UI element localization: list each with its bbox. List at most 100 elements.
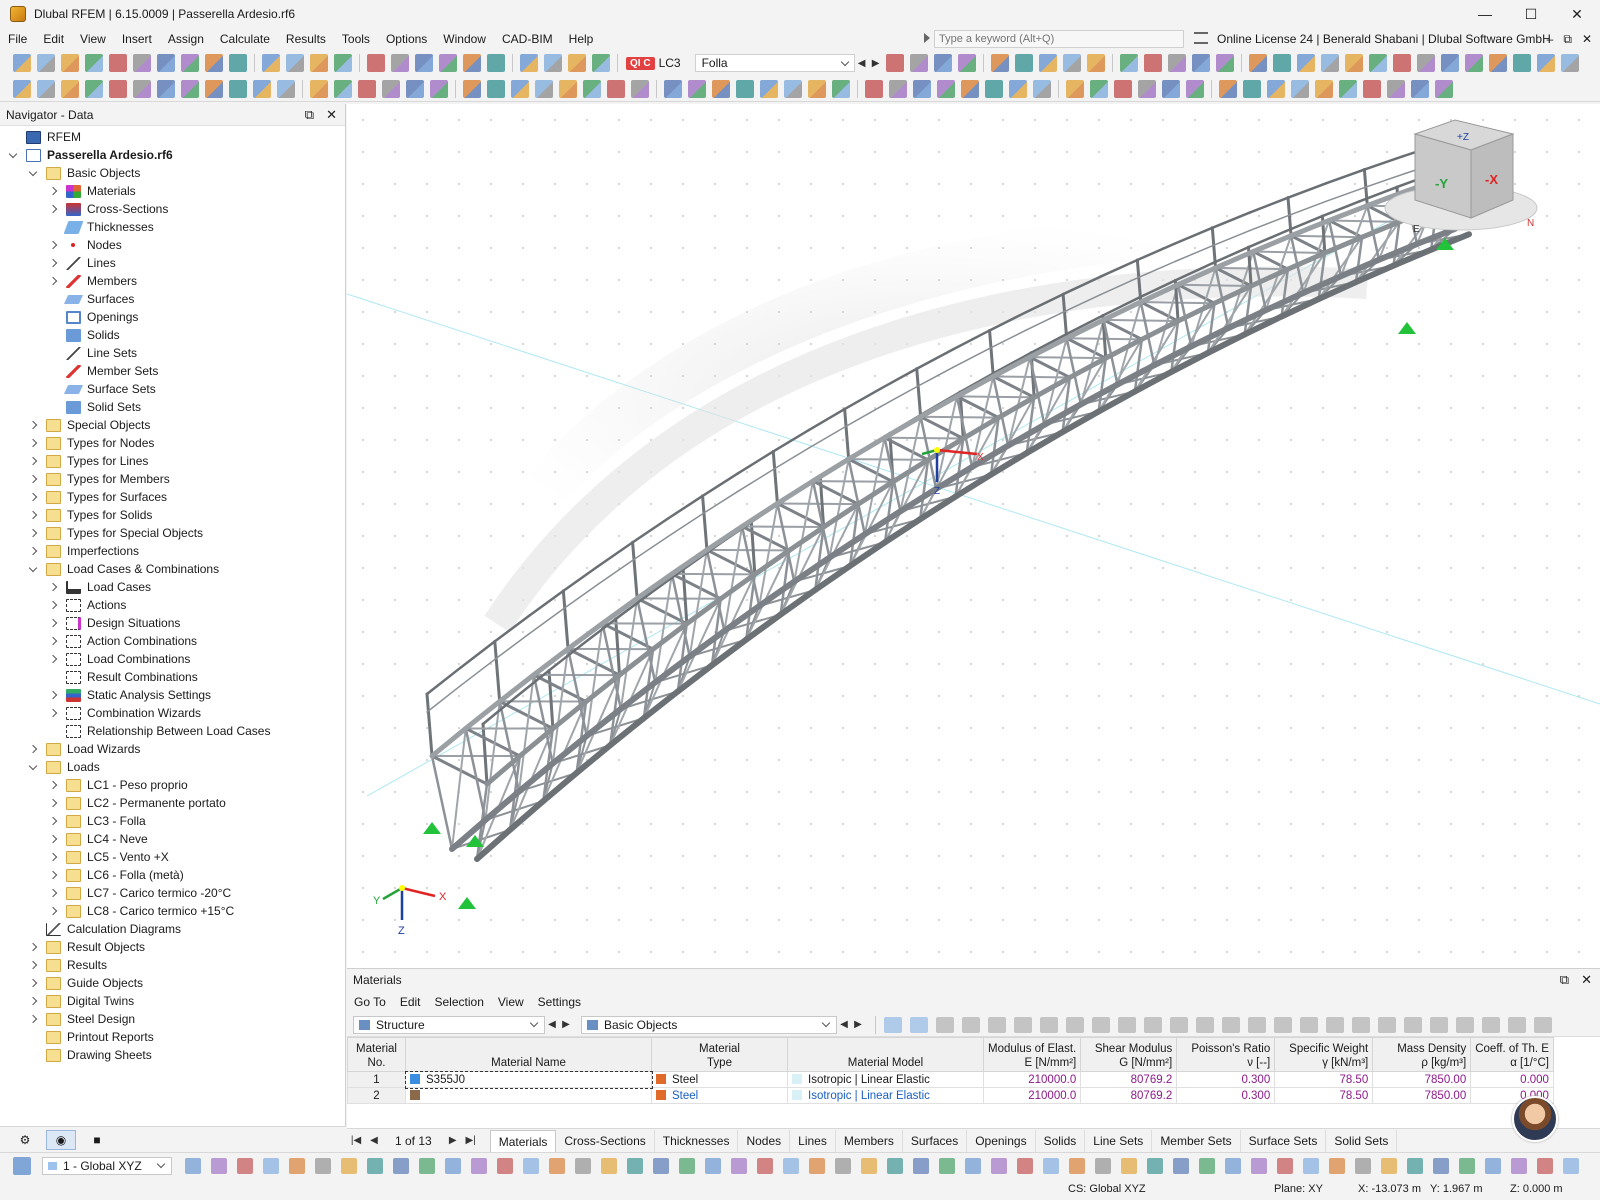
deck-bracing[interactable] <box>955 395 1036 399</box>
toolbar-tool-icon[interactable] <box>1344 54 1363 72</box>
doc-minimize-button[interactable]: – <box>1547 28 1554 50</box>
toolbar-tool-icon[interactable] <box>1199 1157 1215 1174</box>
material-model-cell[interactable]: Isotropic | Linear Elastic <box>787 1071 984 1088</box>
top-chord[interactable] <box>634 571 675 601</box>
top-chord[interactable] <box>531 646 571 678</box>
support-icon[interactable] <box>1398 322 1416 334</box>
handrail-mid[interactable] <box>952 347 991 369</box>
tree-item[interactable]: Types for Surfaces <box>0 488 345 506</box>
table-float-button[interactable]: ⧉ <box>1560 972 1569 988</box>
railing-post[interactable] <box>425 692 434 758</box>
toolbar-tool-icon[interactable] <box>1315 79 1333 98</box>
table-tool-icon[interactable] <box>1300 1016 1318 1033</box>
handrail[interactable] <box>614 592 651 621</box>
tree-item[interactable]: Special Objects <box>0 416 345 434</box>
expand-chevron-icon[interactable] <box>48 888 58 898</box>
collapse-chevron-icon[interactable] <box>28 564 38 574</box>
railing-post[interactable] <box>701 494 709 552</box>
truss-vertical[interactable] <box>635 597 657 684</box>
table-tool-icon[interactable] <box>1430 1016 1448 1033</box>
table-tool-icon[interactable] <box>1196 1016 1214 1033</box>
cross-beam[interactable] <box>919 415 965 440</box>
expand-chevron-icon[interactable] <box>28 942 38 952</box>
handrail-mid[interactable] <box>1325 186 1366 203</box>
menu-options[interactable]: Options <box>378 28 435 50</box>
tree-item[interactable]: Digital Twins <box>0 992 345 1010</box>
expand-chevron-icon[interactable] <box>48 240 58 250</box>
handrail-mid[interactable] <box>808 426 846 449</box>
toolbar-tool-icon[interactable] <box>1355 1157 1371 1174</box>
snap-settings-icon[interactable] <box>13 1156 31 1175</box>
toolbar-tool-icon[interactable] <box>1219 79 1237 98</box>
toolbar-tool-icon[interactable] <box>1090 79 1108 98</box>
toolbar-tool-icon[interactable] <box>262 54 280 72</box>
column-header[interactable]: Modulus of Elast. E [N/mm²] <box>982 1037 1082 1072</box>
toolbar-tool-icon[interactable] <box>1017 1157 1033 1174</box>
toolbar-tool-icon[interactable] <box>1392 54 1411 72</box>
railing-post[interactable] <box>681 567 689 626</box>
tree-item[interactable]: LC8 - Carico termico +15°C <box>0 902 345 920</box>
material-nu-value[interactable]: 0.300 <box>1176 1087 1276 1104</box>
handrail-mid[interactable] <box>879 386 918 408</box>
table-tool-icon[interactable] <box>1326 1016 1344 1033</box>
cross-beam[interactable] <box>1102 318 1144 341</box>
material-rho-value[interactable]: 7850.00 <box>1372 1087 1472 1104</box>
material-model-cell[interactable]: Isotropic | Linear Elastic <box>787 1087 984 1104</box>
toolbar-tool-icon[interactable] <box>1162 79 1180 98</box>
next-load-case-icon[interactable]: ▶ <box>869 54 883 72</box>
handrail[interactable] <box>915 348 955 370</box>
tab-cross-sections[interactable]: Cross-Sections <box>556 1129 655 1152</box>
handrail[interactable] <box>1248 196 1290 214</box>
toolbar-tool-icon[interactable] <box>471 1157 487 1174</box>
material-alpha-value[interactable]: 0.000 <box>1470 1071 1554 1088</box>
tree-item[interactable]: Openings <box>0 308 345 326</box>
column-header[interactable]: Shear Modulus G [N/mm²] <box>1080 1037 1178 1072</box>
toolbar-tool-icon[interactable] <box>1009 79 1027 98</box>
toolbar-tool-icon[interactable] <box>1411 79 1429 98</box>
handrail-mid[interactable] <box>737 468 774 493</box>
material-name-cell[interactable]: S355J0 <box>404 1070 653 1089</box>
table-tool-icon[interactable] <box>1456 1016 1474 1033</box>
top-chord[interactable] <box>954 374 996 399</box>
tree-item[interactable]: Nodes <box>0 236 345 254</box>
tree-item[interactable]: LC3 - Folla <box>0 812 345 830</box>
expand-chevron-icon[interactable] <box>28 744 38 754</box>
expand-chevron-icon[interactable] <box>28 438 38 448</box>
license-menu-icon[interactable] <box>1194 32 1208 44</box>
collapse-chevron-icon[interactable] <box>28 168 38 178</box>
toolbar-tool-icon[interactable] <box>341 1157 357 1174</box>
table-tool-icon[interactable] <box>1144 1016 1162 1033</box>
navigator-float-button[interactable]: ⧉ <box>305 107 314 123</box>
toolbar-tool-icon[interactable] <box>334 54 352 72</box>
expand-chevron-icon[interactable] <box>48 582 58 592</box>
toolbar-tool-icon[interactable] <box>1248 54 1267 72</box>
toolbar-tool-icon[interactable] <box>1243 79 1261 98</box>
table-tool-icon[interactable] <box>936 1016 954 1033</box>
toolbar-tool-icon[interactable] <box>627 1157 643 1174</box>
toolbar-tool-icon[interactable] <box>263 1157 279 1174</box>
toolbar-tool-icon[interactable] <box>1387 79 1405 98</box>
handrail[interactable] <box>701 472 740 498</box>
table-row[interactable]: 2 Steel Isotropic | Linear Elastic 210000.0… <box>347 1087 1554 1104</box>
toolbar-tool-icon[interactable] <box>229 54 247 72</box>
tab-thicknesses[interactable]: Thicknesses <box>655 1129 739 1152</box>
expand-chevron-icon[interactable] <box>48 798 58 808</box>
toolbar-tool-icon[interactable] <box>1320 54 1339 72</box>
expand-chevron-icon[interactable] <box>28 510 38 520</box>
cross-beam[interactable] <box>1028 355 1072 379</box>
tree-item[interactable]: Loads <box>0 758 345 776</box>
toolbar-tool-icon[interactable] <box>85 79 103 98</box>
deck-bracing[interactable] <box>1177 283 1253 287</box>
menu-file[interactable]: File <box>0 28 35 50</box>
tree-item[interactable]: Types for Special Objects <box>0 524 345 542</box>
toolbar-tool-icon[interactable] <box>1121 1157 1137 1174</box>
toolbar-tool-icon[interactable] <box>310 54 328 72</box>
toolbar-tool-icon[interactable] <box>631 79 649 98</box>
support-icon[interactable] <box>423 822 441 834</box>
toolbar-tool-icon[interactable] <box>523 1157 539 1174</box>
toolbar-tool-icon[interactable] <box>583 79 601 98</box>
column-header[interactable]: Poisson's Ratio ν [--] <box>1176 1037 1276 1072</box>
expand-chevron-icon[interactable] <box>48 870 58 880</box>
table-tool-icon[interactable] <box>1040 1016 1058 1033</box>
toolbar-tool-icon[interactable] <box>463 79 481 98</box>
